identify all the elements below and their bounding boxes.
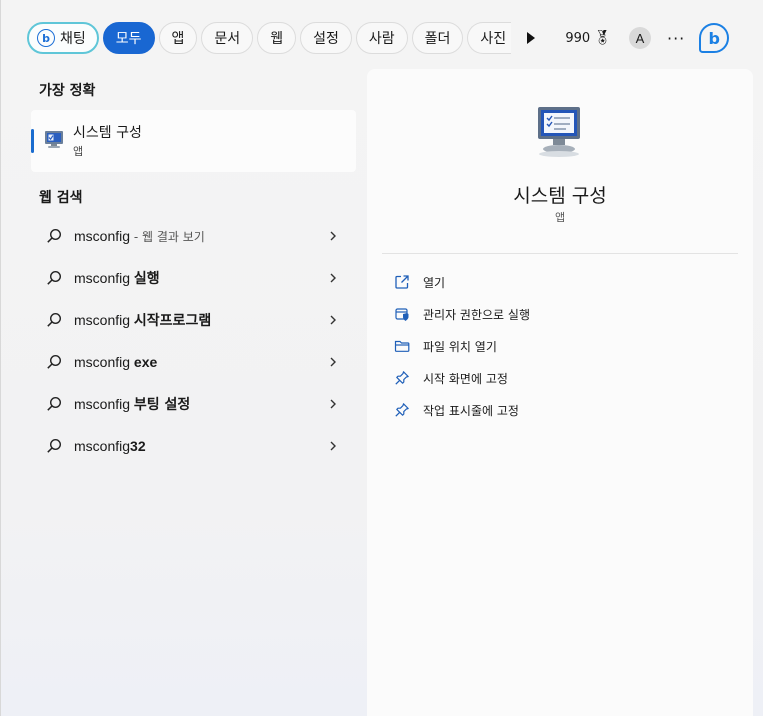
- web-result-text: msconfig exe: [74, 354, 328, 371]
- tab-settings[interactable]: 설정: [300, 22, 352, 54]
- selection-indicator: [31, 129, 34, 153]
- tab-documents[interactable]: 문서: [201, 22, 254, 54]
- best-match-type: 앱: [73, 145, 84, 158]
- web-result-text: msconfig32: [74, 438, 328, 455]
- tab-people[interactable]: 사람: [355, 22, 408, 54]
- bing-chat-icon: b: [37, 29, 55, 47]
- action-open[interactable]: 열기: [394, 269, 445, 295]
- scroll-tabs-right-icon[interactable]: [527, 32, 536, 44]
- tab-folders[interactable]: 폴더: [411, 22, 464, 54]
- web-result-text: msconfig 실행: [74, 268, 328, 288]
- search-window: b 채팅 모두 앱 문서 웹 설정 사람 폴더 사진 990 🏅︎ A ··· …: [0, 0, 763, 716]
- chevron-right-icon: [330, 231, 336, 241]
- search-icon: [47, 438, 62, 453]
- web-result-text: msconfig 시작프로그램: [74, 310, 328, 330]
- web-result-suffix: 32: [130, 437, 146, 454]
- system-configuration-app-icon: [45, 131, 63, 148]
- web-result-hint: - 웹 결과 보기: [130, 229, 205, 244]
- open-external-icon: [395, 275, 409, 289]
- search-icon: [47, 354, 62, 369]
- web-result-row[interactable]: msconfig 시작프로그램: [31, 300, 356, 340]
- shield-admin-icon: [395, 308, 409, 321]
- best-match-title: 시스템 구성: [73, 125, 142, 141]
- divider: [382, 253, 738, 254]
- best-match-heading: 가장 정확: [39, 83, 96, 99]
- tab-apps[interactable]: 앱: [158, 22, 198, 54]
- web-result-suffix: 실행: [133, 271, 160, 287]
- action-label: 시작 화면에 고정: [423, 371, 508, 386]
- web-result-suffix: exe: [133, 353, 158, 370]
- web-result-row[interactable]: msconfig - 웹 결과 보기: [31, 216, 356, 256]
- web-result-query: msconfig: [74, 353, 134, 370]
- action-run-as-admin[interactable]: 관리자 권한으로 실행: [394, 301, 530, 327]
- action-pin-to-taskbar[interactable]: 작업 표시줄에 고정: [394, 397, 519, 423]
- web-result-row[interactable]: msconfig32: [31, 426, 356, 466]
- rewards-points-value: 990: [565, 30, 591, 46]
- web-result-suffix: 부팅 설정: [133, 397, 191, 413]
- tab-web[interactable]: 웹: [257, 22, 297, 54]
- chevron-right-icon: [330, 315, 336, 325]
- chevron-right-icon: [330, 273, 336, 283]
- detail-type: 앱: [554, 211, 566, 224]
- web-result-query: msconfig: [74, 312, 134, 328]
- rewards-points[interactable]: 990 🏅︎: [565, 30, 611, 46]
- chat-tab[interactable]: b 채팅: [27, 22, 99, 54]
- web-result-row[interactable]: msconfig 실행: [31, 258, 356, 298]
- folder-icon: [394, 340, 410, 352]
- action-pin-to-start[interactable]: 시작 화면에 고정: [394, 365, 508, 391]
- web-result-query: msconfig: [74, 396, 134, 412]
- web-result-row[interactable]: msconfig exe: [31, 342, 356, 382]
- chevron-right-icon: [330, 357, 336, 367]
- tab-photos[interactable]: 사진: [467, 22, 512, 54]
- action-label: 열기: [423, 275, 446, 290]
- search-icon: [47, 270, 62, 285]
- search-icon: [47, 228, 62, 243]
- pin-icon: [395, 403, 409, 417]
- web-result-query: msconfig: [74, 437, 131, 454]
- medal-icon: 🏅︎: [593, 30, 611, 46]
- tab-all[interactable]: 모두: [102, 22, 155, 54]
- web-result-row[interactable]: msconfig 부팅 설정: [31, 384, 356, 424]
- chevron-right-icon: [330, 399, 336, 409]
- web-result-text: msconfig - 웹 결과 보기: [74, 228, 328, 245]
- action-open-file-location[interactable]: 파일 위치 열기: [394, 333, 497, 359]
- web-result-query: msconfig: [74, 227, 131, 244]
- search-icon: [47, 312, 62, 327]
- pin-icon: [395, 371, 409, 385]
- chevron-right-icon: [330, 441, 336, 451]
- bing-logo-icon[interactable]: b: [699, 23, 730, 53]
- more-options-icon[interactable]: ···: [667, 29, 685, 48]
- action-label: 관리자 권한으로 실행: [423, 307, 530, 322]
- system-configuration-app-icon: [538, 107, 580, 157]
- result-detail-pane: 시스템 구성 앱 열기 관리자 권한으로 실행 파일 위치 열기 시작 화면에 …: [367, 69, 753, 716]
- best-match-result[interactable]: 시스템 구성 앱: [31, 110, 356, 172]
- web-search-heading: 웹 검색: [39, 190, 83, 206]
- search-icon: [47, 396, 62, 411]
- web-result-suffix: 시작프로그램: [133, 313, 212, 329]
- filter-tab-bar: b 채팅 모두 앱 문서 웹 설정 사람 폴더 사진 990 🏅︎ A ··· …: [27, 21, 753, 55]
- chat-tab-label: 채팅: [60, 31, 86, 47]
- detail-title: 시스템 구성: [513, 185, 607, 207]
- web-result-text: msconfig 부팅 설정: [74, 394, 328, 414]
- action-label: 파일 위치 열기: [423, 339, 497, 354]
- action-label: 작업 표시줄에 고정: [423, 403, 519, 418]
- web-result-query: msconfig: [74, 270, 134, 286]
- account-avatar[interactable]: A: [628, 27, 651, 49]
